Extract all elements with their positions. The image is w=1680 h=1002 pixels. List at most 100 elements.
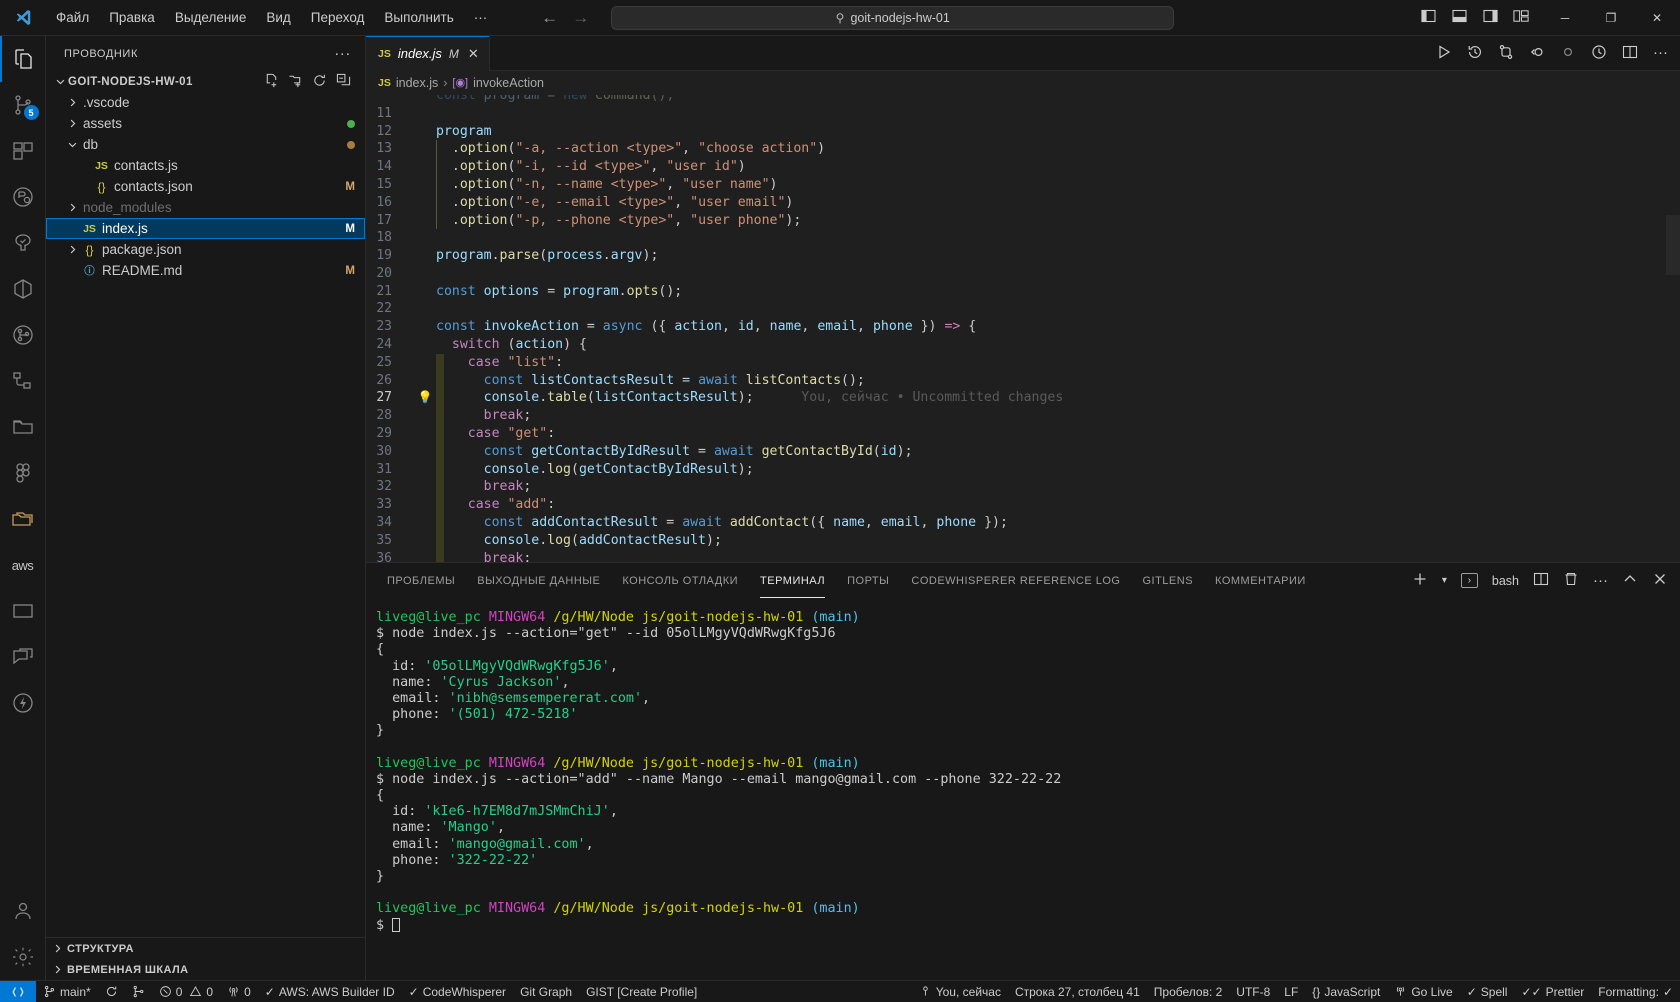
status-git-compare[interactable]	[125, 981, 152, 1002]
activity-thunder-client[interactable]	[0, 680, 46, 726]
status-language-mode[interactable]: {} JavaScript	[1305, 981, 1387, 1002]
activity-gitlens[interactable]	[0, 312, 46, 358]
panel-tab-2[interactable]: КОНСОЛЬ ОТЛАДКИ	[611, 563, 749, 598]
activity-codewhisperer[interactable]	[0, 220, 46, 266]
status-blame[interactable]: You, сейчас	[912, 981, 1008, 1002]
status-aws-builder-id[interactable]: ✓ AWS: AWS Builder ID	[258, 981, 402, 1002]
chevron-down-icon[interactable]: ▾	[1442, 575, 1447, 586]
status-codewhisperer[interactable]: ✓ CodeWhisperer	[402, 981, 513, 1002]
new-file-icon[interactable]	[264, 73, 279, 91]
tree-item-node-modules[interactable]: node_modules	[46, 197, 365, 218]
status-gist[interactable]: GIST [Create Profile]	[579, 981, 704, 1002]
panel-tab-1[interactable]: ВЫХОДНЫЕ ДАННЫЕ	[466, 563, 611, 598]
panel-tab-7[interactable]: КОММЕНТАРИИ	[1204, 563, 1317, 598]
tree-item-db[interactable]: db	[46, 134, 365, 155]
status-eol[interactable]: LF	[1277, 981, 1305, 1002]
panel-tab-0[interactable]: ПРОБЛЕМЫ	[376, 563, 466, 598]
sidebar-more-icon[interactable]: ···	[328, 45, 357, 62]
menu-item-3[interactable]: Вид	[256, 6, 300, 29]
status-git-graph[interactable]: Git Graph	[513, 981, 579, 1002]
back-icon[interactable]: ←	[541, 9, 558, 26]
menu-item-2[interactable]: Выделение	[165, 6, 257, 29]
panel-tab-5[interactable]: CODEWHISPERER REFERENCE LOG	[900, 563, 1131, 598]
glyph-margin[interactable]: 💡	[414, 389, 436, 407]
activity-source-control[interactable]: 5	[0, 82, 46, 128]
run-icon[interactable]	[1436, 44, 1452, 63]
editor-scrollbar[interactable]	[1666, 214, 1680, 275]
editor-more-icon[interactable]: ···	[1653, 45, 1668, 60]
status-sync[interactable]	[98, 981, 125, 1002]
status-radio-tower[interactable]: 0	[220, 981, 258, 1002]
toggle-secondary-sidebar-icon[interactable]	[1482, 8, 1499, 27]
activity-project-manager[interactable]	[0, 404, 46, 450]
tree-item-readme-md[interactable]: ⓘ README.md M	[46, 260, 365, 281]
activity-settings[interactable]	[0, 934, 46, 980]
activity-comments[interactable]	[0, 634, 46, 680]
tree-root-folder[interactable]: GOIT-NODEJS-HW-01	[46, 71, 365, 92]
close-panel-icon[interactable]	[1652, 571, 1668, 590]
maximize-panel-icon[interactable]	[1622, 571, 1638, 590]
tab-index-js[interactable]: JS index.js M ✕	[366, 36, 490, 71]
section-timeline[interactable]: ВРЕМЕННАЯ ШКАЛА	[46, 959, 365, 980]
status-errors[interactable]: 0 0	[152, 981, 220, 1002]
lightbulb-icon[interactable]: 💡	[418, 389, 433, 407]
tree-item-contacts-json[interactable]: {} contacts.json M	[46, 176, 365, 197]
menu-item-4[interactable]: Переход	[301, 6, 375, 29]
status-encoding[interactable]: UTF-8	[1229, 981, 1277, 1002]
activity-folders[interactable]	[0, 496, 46, 542]
breadcrumb-file[interactable]: index.js	[396, 76, 438, 90]
activity-accounts[interactable]	[0, 888, 46, 934]
new-folder-icon[interactable]	[288, 73, 303, 91]
activity-docker[interactable]	[0, 266, 46, 312]
activity-git-graph[interactable]	[0, 358, 46, 404]
status-branch[interactable]: main*	[36, 981, 98, 1002]
panel-more-icon[interactable]: ···	[1593, 573, 1608, 588]
remote-indicator[interactable]	[0, 980, 36, 1002]
debug-step-back-icon[interactable]	[1529, 44, 1545, 63]
menu-item-0[interactable]: Файл	[46, 6, 99, 29]
split-editor-icon[interactable]	[1622, 44, 1638, 63]
split-panel-icon[interactable]	[1533, 571, 1549, 590]
panel-tab-6[interactable]: GITLENS	[1131, 563, 1204, 598]
activity-aws-toolkit[interactable]: aws	[0, 542, 46, 588]
command-center-search[interactable]: ⚲ goit-nodejs-hw-01	[611, 5, 1175, 30]
toggle-primary-sidebar-icon[interactable]	[1420, 8, 1437, 27]
close-button[interactable]: ✕	[1634, 0, 1680, 36]
status-formatting[interactable]: Formatting: ✓	[1591, 981, 1680, 1002]
refresh-icon[interactable]	[312, 73, 327, 91]
toggle-panel-icon[interactable]	[1451, 8, 1468, 27]
status-prettier[interactable]: ✓✓ Prettier	[1514, 981, 1591, 1002]
menu-item-5[interactable]: Выполнить	[374, 6, 463, 29]
tree-item-assets[interactable]: assets	[46, 113, 365, 134]
code-editor[interactable]: const program = new Command(); 11 12 progra…	[366, 95, 1680, 562]
debug-watch-icon[interactable]	[1591, 44, 1607, 63]
terminal-name[interactable]: bash	[1492, 574, 1519, 588]
add-terminal-icon[interactable]	[1412, 571, 1428, 590]
tree-item-contacts-js[interactable]: JS contacts.js	[46, 155, 365, 176]
status-go-live[interactable]: Go Live	[1387, 981, 1459, 1002]
tree-item--vscode[interactable]: .vscode	[46, 92, 365, 113]
debug-step-forward-icon[interactable]	[1560, 44, 1576, 63]
breadcrumb-symbol[interactable]: invokeAction	[473, 76, 544, 90]
history-icon[interactable]	[1467, 44, 1483, 63]
tab-close-icon[interactable]: ✕	[468, 46, 479, 62]
status-spell-checker[interactable]: ✓ Spell	[1460, 981, 1515, 1002]
panel-tab-4[interactable]: ПОРТЫ	[836, 563, 900, 598]
menu-item-more[interactable]: ···	[464, 6, 498, 29]
trash-icon[interactable]	[1563, 571, 1579, 590]
minimize-button[interactable]: ─	[1542, 0, 1588, 36]
activity-extensions[interactable]	[0, 128, 46, 174]
panel-tab-3[interactable]: ТЕРМИНАЛ	[749, 563, 836, 598]
activity-testing[interactable]	[0, 174, 46, 220]
activity-live-preview[interactable]	[0, 588, 46, 634]
customize-layout-icon[interactable]	[1513, 8, 1530, 27]
tree-item-package-json[interactable]: {} package.json	[46, 239, 365, 260]
menu-item-1[interactable]: Правка	[99, 6, 165, 29]
collapse-all-icon[interactable]	[336, 73, 351, 91]
forward-icon[interactable]: →	[572, 9, 589, 26]
compare-changes-icon[interactable]	[1498, 44, 1514, 63]
section-outline[interactable]: СТРУКТУРА	[46, 938, 365, 959]
maximize-button[interactable]: ❐	[1588, 0, 1634, 36]
status-cursor-position[interactable]: Строка 27, столбец 41	[1008, 981, 1147, 1002]
terminal-output[interactable]: liveg@live_pc MINGW64 /g/HW/Node js/goit…	[366, 598, 1680, 980]
